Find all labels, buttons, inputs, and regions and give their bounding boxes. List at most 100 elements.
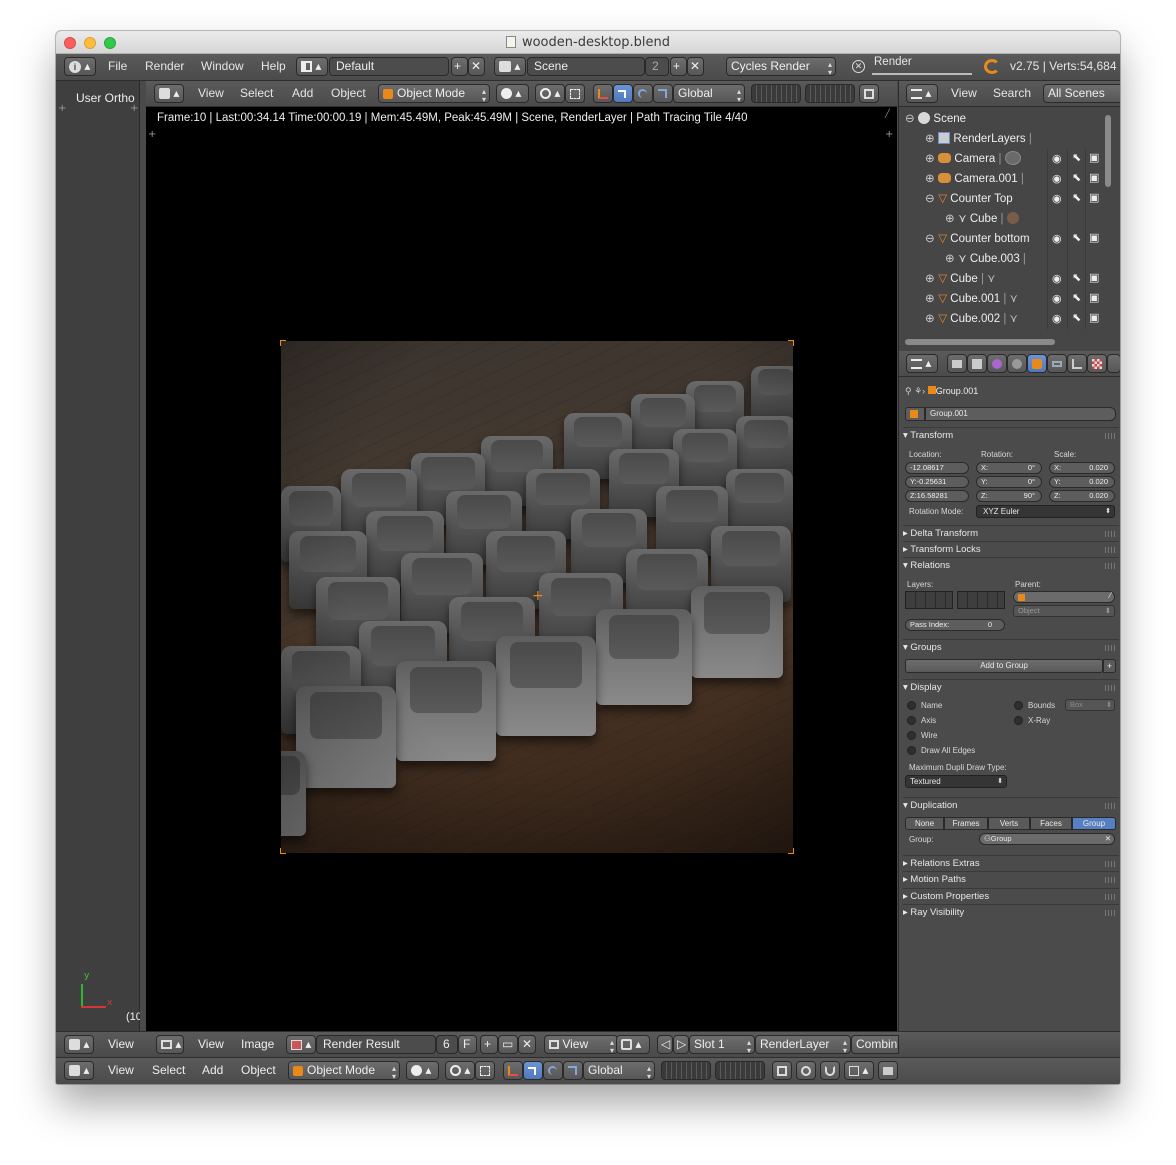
add-scene-button[interactable]: + xyxy=(670,57,687,76)
rotation-y-field[interactable]: Y: 0° xyxy=(976,476,1042,488)
scale-z-field[interactable]: Z: 0.020 xyxy=(1049,490,1115,502)
lock-camera-toggle[interactable] xyxy=(859,84,879,103)
tab-texture[interactable] xyxy=(1087,354,1107,373)
render-camera-icon[interactable]: ▣ xyxy=(1089,271,1099,284)
layers-grid-1[interactable] xyxy=(751,84,801,103)
region-plus-icon-vp-left[interactable]: + xyxy=(148,129,156,140)
footer-menu-view-left[interactable]: View xyxy=(108,1032,134,1057)
scale-x-field[interactable]: X: 0.020 xyxy=(1049,462,1115,474)
expand-icon[interactable]: ⊕ xyxy=(945,209,955,229)
cursor-select-icon[interactable]: ⬉ xyxy=(1072,151,1081,164)
location-z-field[interactable]: Z:16.58281 xyxy=(905,490,969,502)
parent-type-dropdown[interactable]: Object ⬍ xyxy=(1013,605,1115,617)
panel-delta-transform[interactable]: ▸ Delta Transform xyxy=(903,525,1119,541)
render-camera-icon[interactable]: ▣ xyxy=(1089,191,1099,204)
image-browse-button[interactable]: ▴ xyxy=(286,1035,316,1054)
unlink-image-button[interactable]: ✕ xyxy=(518,1035,536,1054)
region-plus-icon-right[interactable]: + xyxy=(130,103,138,114)
panel-duplication-header[interactable]: ▾ Duplication xyxy=(903,797,1119,813)
viewport-shading-dropdown[interactable]: ▴ xyxy=(496,84,529,103)
eye-icon[interactable]: ◉ xyxy=(1052,272,1062,285)
object-name-field[interactable]: Group.001 xyxy=(925,407,1116,421)
rotation-mode-dropdown[interactable]: XYZ Euler ⬍ xyxy=(976,505,1115,518)
cursor-select-icon[interactable]: ⬉ xyxy=(1072,191,1081,204)
editor-type-3dview-button[interactable]: ▴ xyxy=(154,84,184,103)
editor-type-3dview-footer-button[interactable]: ▴ xyxy=(64,1035,94,1054)
bottom-menu-object[interactable]: Object xyxy=(241,1058,276,1083)
bottom-scale-tool[interactable] xyxy=(563,1061,583,1080)
prev-slot-button[interactable]: ◁ xyxy=(657,1035,673,1054)
drag-grip-icon[interactable] xyxy=(1105,433,1115,439)
xray-checkbox[interactable] xyxy=(1014,716,1023,725)
render-camera-icon[interactable]: ▣ xyxy=(1089,171,1099,184)
pin-icon[interactable]: ⚲ xyxy=(905,386,912,396)
delete-scene-button[interactable]: ✕ xyxy=(687,57,704,76)
new-image-button[interactable]: + xyxy=(480,1035,498,1054)
expand-icon[interactable]: ⊕ xyxy=(925,149,935,169)
draw-all-edges-checkbox[interactable] xyxy=(907,746,916,755)
scale-tool-button[interactable] xyxy=(653,84,673,103)
editor-type-outliner-button[interactable]: ▴ xyxy=(906,84,938,103)
dupli-tab-frames[interactable]: Frames xyxy=(944,817,988,830)
snap-toggle[interactable] xyxy=(820,1061,840,1080)
scene-selector[interactable]: ▴ xyxy=(494,57,526,76)
scene-field[interactable]: Scene xyxy=(527,57,645,76)
move-tool-button[interactable] xyxy=(613,84,633,103)
editor-type-image-button[interactable]: ▴ xyxy=(156,1035,184,1054)
add-group-plus-icon[interactable]: + xyxy=(1103,659,1116,673)
translate-manipulator[interactable] xyxy=(593,84,613,103)
panel-relations-extras[interactable]: ▸ Relations Extras xyxy=(903,855,1119,871)
rotate-tool-button[interactable] xyxy=(633,84,653,103)
expand-icon[interactable]: ⊕ xyxy=(945,249,955,269)
screen-layout-selector[interactable]: ▴ xyxy=(296,57,328,76)
image-menu-view[interactable]: View xyxy=(198,1032,224,1057)
drag-grip-icon[interactable] xyxy=(1105,563,1115,569)
bottom-layers-grid-1[interactable] xyxy=(661,1061,711,1080)
drag-grip-icon[interactable] xyxy=(1105,877,1115,883)
cursor-select-icon[interactable]: ⬉ xyxy=(1072,231,1081,244)
bottom-orientation-dropdown[interactable]: Global ▴ ▾ xyxy=(583,1061,655,1080)
bottom-lock-toggle[interactable] xyxy=(772,1061,792,1080)
next-slot-button[interactable]: ▷ xyxy=(673,1035,689,1054)
pivot-image-dropdown[interactable]: ▴ xyxy=(616,1035,650,1054)
tab-render[interactable] xyxy=(947,354,967,373)
outliner-filter-dropdown[interactable]: All Scenes xyxy=(1043,84,1120,103)
orientation-dropdown[interactable]: Global ▴ ▾ xyxy=(673,84,745,103)
render-pass-dropdown[interactable]: Combin xyxy=(851,1035,899,1054)
image-menu-image[interactable]: Image xyxy=(241,1032,274,1057)
add-screen-button[interactable]: + xyxy=(451,57,468,76)
expand-icon[interactable]: ⊕ xyxy=(925,309,935,329)
expand-icon[interactable]: ⊕ xyxy=(925,289,935,309)
eye-icon[interactable]: ◉ xyxy=(1052,232,1062,245)
dupli-tab-none[interactable]: None xyxy=(905,817,944,830)
eyedropper-icon[interactable]: ⁄ xyxy=(1110,591,1111,600)
region-plus-icon-vp-right[interactable]: + xyxy=(885,129,893,140)
delete-screen-button[interactable]: ✕ xyxy=(468,57,485,76)
dupli-tab-verts[interactable]: Verts xyxy=(988,817,1030,830)
bottom-shading-dropdown[interactable]: ▴ xyxy=(406,1061,439,1080)
eye-icon[interactable]: ◉ xyxy=(1052,152,1062,165)
crop-corner-bl[interactable] xyxy=(280,848,286,854)
bottom-mode-dropdown[interactable]: Object Mode ▴ ▾ xyxy=(288,1061,400,1080)
tab-render-layers[interactable] xyxy=(967,354,987,373)
tab-object[interactable] xyxy=(1027,354,1047,373)
cursor-select-icon[interactable]: ⬉ xyxy=(1072,311,1081,324)
add-to-group-button[interactable]: Add to Group xyxy=(905,659,1103,673)
tab-physics[interactable] xyxy=(1107,354,1120,373)
tab-scene[interactable] xyxy=(987,354,1007,373)
render-engine-dropdown[interactable]: Cycles Render ▴ ▾ xyxy=(726,57,836,76)
dupli-group-field[interactable]: ⚇Group ✕ xyxy=(979,833,1115,845)
proportional-edit-toggle[interactable] xyxy=(796,1061,816,1080)
editor-type-info-button[interactable]: i ▴ xyxy=(64,57,96,76)
bottom-translate-toggle[interactable] xyxy=(503,1061,523,1080)
snap-element-dropdown[interactable]: ▴ xyxy=(844,1061,874,1080)
rotation-z-field[interactable]: Z: 90° xyxy=(976,490,1042,502)
manipulator-toggle[interactable] xyxy=(565,84,585,103)
bottom-menu-add[interactable]: Add xyxy=(202,1058,223,1083)
scale-y-field[interactable]: Y: 0.020 xyxy=(1049,476,1115,488)
location-y-field[interactable]: Y:-0.25631 xyxy=(905,476,969,488)
eye-icon[interactable]: ◉ xyxy=(1052,192,1062,205)
rotation-x-field[interactable]: X: 0° xyxy=(976,462,1042,474)
eye-icon[interactable]: ◉ xyxy=(1052,292,1062,305)
cursor-select-icon[interactable]: ⬉ xyxy=(1072,171,1081,184)
